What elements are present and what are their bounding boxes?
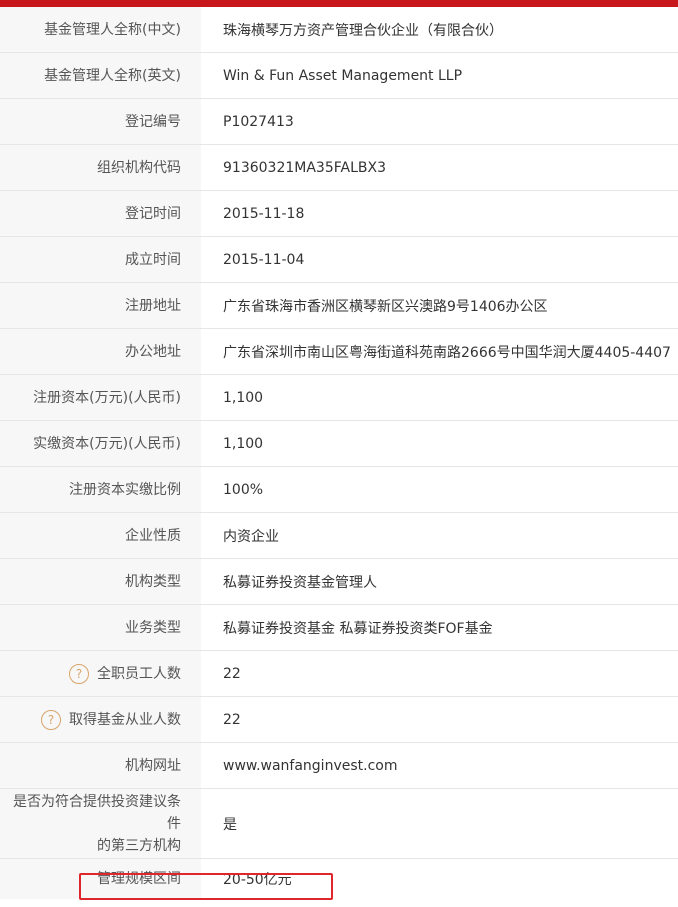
row-value: 1,100 (223, 435, 264, 452)
row-label: 办公地址 (0, 329, 201, 374)
table-row: 组织机构代码 91360321MA35FALBX3 (0, 145, 678, 191)
row-value: 2015-11-04 (223, 251, 305, 268)
row-label: 企业性质 (0, 513, 201, 558)
help-icon[interactable]: ? (41, 709, 61, 730)
table-row: 是否为符合提供投资建议条件 的第三方机构 是 (0, 789, 678, 859)
row-label: 注册资本实缴比例 (0, 467, 201, 512)
table-row: 管理规模区间 20-50亿元 (0, 859, 678, 899)
row-value: 是 (223, 816, 237, 833)
row-value: 22 (223, 711, 241, 728)
manager-info-table: 基金管理人全称(中文) 珠海横琴万方资产管理合伙企业（有限合伙） 基金管理人全称… (0, 7, 678, 899)
row-label: 实缴资本(万元)(人民币) (0, 421, 201, 466)
row-value: 广东省深圳市南山区粤海街道科苑南路2666号中国华润大厦4405-4407 (223, 344, 671, 361)
row-label-text: 取得基金从业人数 (69, 711, 181, 728)
row-value: 广东省珠海市香洲区横琴新区兴澳路9号1406办公区 (223, 298, 548, 315)
row-value: 珠海横琴万方资产管理合伙企业（有限合伙） (223, 22, 503, 39)
table-row: 办公地址 广东省深圳市南山区粤海街道科苑南路2666号中国华润大厦4405-44… (0, 329, 678, 375)
table-row: 实缴资本(万元)(人民币) 1,100 (0, 421, 678, 467)
table-row: 基金管理人全称(中文) 珠海横琴万方资产管理合伙企业（有限合伙） (0, 7, 678, 53)
table-row: 登记时间 2015-11-18 (0, 191, 678, 237)
top-accent-bar (0, 0, 678, 7)
row-value: 20-50亿元 (223, 872, 292, 888)
table-row: 注册地址 广东省珠海市香洲区横琴新区兴澳路9号1406办公区 (0, 283, 678, 329)
row-label: 机构网址 (0, 743, 201, 788)
row-label: 组织机构代码 (0, 145, 201, 190)
row-value: www.wanfanginvest.com (223, 757, 398, 774)
table-row: ? 取得基金从业人数 22 (0, 697, 678, 743)
table-row: 登记编号 P1027413 (0, 99, 678, 145)
table-row: ? 全职员工人数 22 (0, 651, 678, 697)
table-row: 企业性质 内资企业 (0, 513, 678, 559)
row-label: 管理规模区间 (0, 859, 201, 899)
table-row: 成立时间 2015-11-04 (0, 237, 678, 283)
row-label: 注册资本(万元)(人民币) (0, 375, 201, 420)
table-row: 机构类型 私募证券投资基金管理人 (0, 559, 678, 605)
row-label-line: 的第三方机构 (97, 837, 181, 854)
row-label: 登记编号 (0, 99, 201, 144)
row-label-with-help: ? 全职员工人数 (0, 651, 201, 696)
row-value: Win & Fun Asset Management LLP (223, 67, 463, 84)
row-label-text: 全职员工人数 (97, 665, 181, 682)
table-row: 注册资本(万元)(人民币) 1,100 (0, 375, 678, 421)
row-label: 业务类型 (0, 605, 201, 650)
row-value: 91360321MA35FALBX3 (223, 159, 386, 176)
table-row: 机构网址 www.wanfanginvest.com (0, 743, 678, 789)
row-value: 100% (223, 481, 264, 498)
table-row: 注册资本实缴比例 100% (0, 467, 678, 513)
row-label: 基金管理人全称(中文) (0, 7, 201, 52)
row-value: 2015-11-18 (223, 205, 305, 222)
row-label: 基金管理人全称(英文) (0, 53, 201, 98)
row-label: 机构类型 (0, 559, 201, 604)
help-icon[interactable]: ? (69, 663, 89, 684)
row-value: P1027413 (223, 113, 294, 130)
row-value: 22 (223, 665, 241, 682)
row-label-line: 是否为符合提供投资建议条件 (13, 793, 181, 832)
row-value: 1,100 (223, 389, 264, 406)
row-value: 私募证券投资基金 私募证券投资类FOF基金 (223, 620, 493, 637)
row-label-with-help: ? 取得基金从业人数 (0, 697, 201, 742)
row-label: 成立时间 (0, 237, 201, 282)
row-label: 注册地址 (0, 283, 201, 328)
table-row: 基金管理人全称(英文) Win & Fun Asset Management L… (0, 53, 678, 99)
row-value: 私募证券投资基金管理人 (223, 574, 377, 591)
table-row: 业务类型 私募证券投资基金 私募证券投资类FOF基金 (0, 605, 678, 651)
row-value: 内资企业 (223, 528, 279, 545)
row-label: 是否为符合提供投资建议条件 的第三方机构 (0, 789, 201, 858)
row-label: 登记时间 (0, 191, 201, 236)
